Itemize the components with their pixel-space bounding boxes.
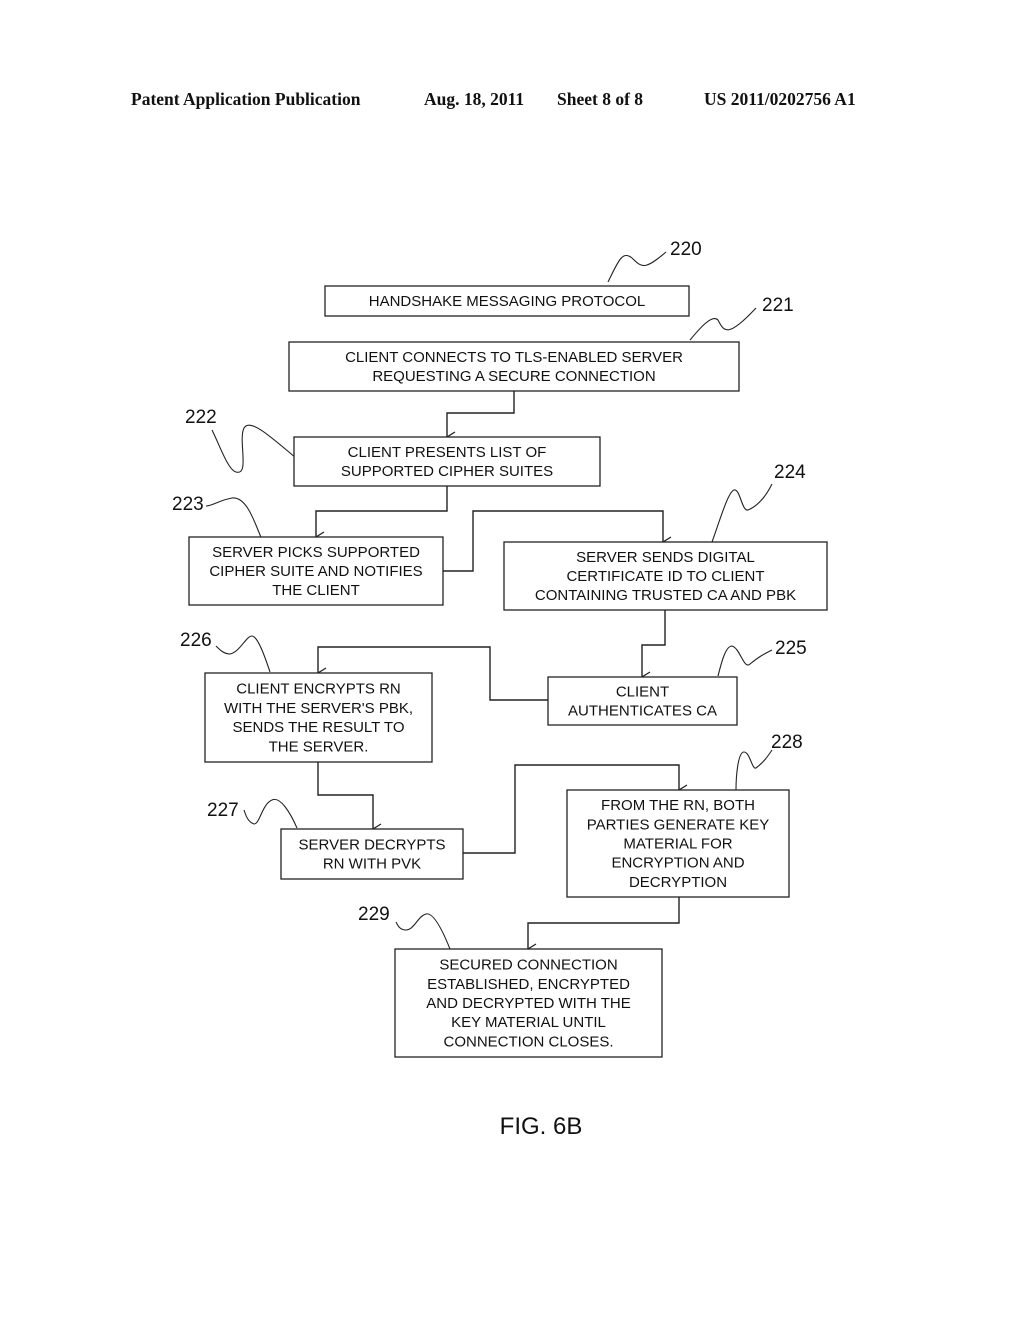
- step-text-line: AUTHENTICATES CA: [568, 703, 717, 720]
- leader-line-223: [205, 497, 263, 541]
- step-text-line: CONTAINING TRUSTED CA AND PBK: [535, 587, 796, 604]
- step-text-line: CIPHER SUITE AND NOTIFIES: [209, 563, 422, 580]
- step-text-line: SERVER PICKS SUPPORTED: [212, 544, 420, 561]
- step-text-line: KEY MATERIAL UNTIL: [451, 1014, 606, 1031]
- connector-222-to-223: [314, 486, 448, 543]
- reference-number: 226: [180, 630, 212, 651]
- step-text-line: CLIENT PRESENTS LIST OF: [348, 444, 547, 461]
- leader-line-221: [689, 307, 757, 341]
- leader-line-225: [717, 645, 773, 677]
- step-text-line: SUPPORTED CIPHER SUITES: [341, 463, 553, 480]
- reference-number: 223: [172, 494, 204, 515]
- reference-number: 220: [670, 239, 702, 260]
- step-text-line: SECURED CONNECTION: [439, 957, 617, 974]
- step-text-line: HANDSHAKE MESSAGING PROTOCOL: [369, 293, 645, 310]
- figure-label: FIG. 6B: [500, 1113, 583, 1140]
- step-223: SERVER PICKS SUPPORTED CIPHER SUITE AND N…: [188, 536, 444, 606]
- reference-number: 222: [185, 407, 217, 428]
- step-text-line: RN WITH PVK: [323, 856, 421, 873]
- step-text-line: ESTABLISHED, ENCRYPTED: [427, 976, 630, 993]
- reference-number: 225: [775, 638, 807, 659]
- leader-line-228: [735, 749, 773, 791]
- step-text-line: CONNECTION CLOSES.: [443, 1033, 613, 1050]
- step-229: SECURED CONNECTION ESTABLISHED, ENCRYPTED…: [394, 948, 663, 1058]
- step-text-line: MATERIAL FOR: [623, 836, 732, 853]
- step-text-line: SERVER DECRYPTS: [299, 836, 446, 853]
- step-text-line: THE CLIENT: [272, 582, 360, 599]
- step-227: SERVER DECRYPTS RN WITH PVK: [280, 828, 464, 880]
- step-text-line: REQUESTING A SECURE CONNECTION: [372, 368, 655, 385]
- reference-number: 229: [358, 904, 390, 925]
- connector-228-to-229: [526, 897, 680, 955]
- step-text-line: WITH THE SERVER'S PBK,: [224, 700, 413, 717]
- step-220: HANDSHAKE MESSAGING PROTOCOL: [324, 285, 690, 317]
- step-222: CLIENT PRESENTS LIST OF SUPPORTED CIPHER …: [293, 436, 601, 487]
- step-224: SERVER SENDS DIGITAL CERTIFICATE ID TO CL…: [503, 541, 828, 611]
- connector-224-to-225: [640, 610, 666, 683]
- step-text-line: AND DECRYPTED WITH THE: [426, 995, 630, 1012]
- leader-line-227: [243, 798, 298, 829]
- step-225: CLIENT AUTHENTICATES CA: [547, 676, 738, 726]
- step-text-line: PARTIES GENERATE KEY: [587, 816, 770, 833]
- step-text-line: CLIENT ENCRYPTS RN: [236, 681, 400, 698]
- leader-line-220: [607, 251, 667, 283]
- reference-number: 224: [774, 462, 806, 483]
- leader-line-222: [211, 424, 297, 473]
- step-221: CLIENT CONNECTS TO TLS-ENABLED SERVER REQ…: [288, 341, 740, 392]
- step-228: FROM THE RN, BOTH PARTIES GENERATE KEY MAT…: [566, 789, 790, 898]
- flowchart: 220 221 222 223 224 225 226 227 228 229 HANDSHAKE…: [172, 239, 828, 1140]
- step-text-line: ENCRYPTION AND: [611, 855, 744, 872]
- step-text-line: SENDS THE RESULT TO: [233, 719, 405, 736]
- step-226: CLIENT ENCRYPTS RN WITH THE SERVER'S PBK,…: [204, 672, 433, 763]
- step-text-line: SERVER SENDS DIGITAL: [576, 549, 755, 566]
- step-text-line: CERTIFICATE ID TO CLIENT: [566, 568, 764, 585]
- step-text-line: CLIENT CONNECTS TO TLS-ENABLED SERVER: [345, 349, 683, 366]
- steps: HANDSHAKE MESSAGING PROTOCOL CLIENT CONNE…: [188, 285, 828, 1058]
- leader-line-226: [215, 635, 271, 673]
- leader-line-229: [395, 913, 451, 950]
- reference-number: 228: [771, 732, 803, 753]
- step-text-line: DECRYPTION: [629, 874, 727, 891]
- step-text-line: FROM THE RN, BOTH: [601, 797, 755, 814]
- step-text-line: THE SERVER.: [269, 738, 369, 755]
- reference-number: 221: [762, 295, 794, 316]
- leader-line-224: [711, 483, 773, 543]
- step-text-line: CLIENT: [616, 683, 669, 700]
- reference-number: 227: [207, 800, 239, 821]
- connector-226-to-227: [317, 762, 382, 835]
- connector-221-to-222: [445, 391, 515, 443]
